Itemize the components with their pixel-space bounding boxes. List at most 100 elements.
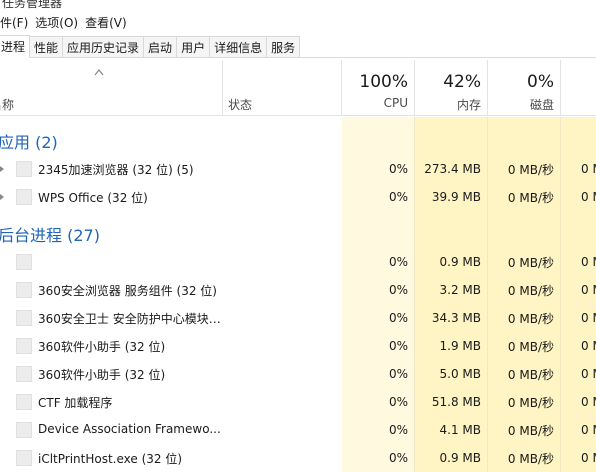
memory-total-percent: 42% — [443, 72, 481, 92]
process-cpu: 0% — [388, 162, 408, 176]
process-cpu: 0% — [388, 311, 408, 325]
window-title: 任务管理器 — [2, 0, 63, 10]
process-memory: 3.2 MB — [439, 283, 481, 297]
process-disk: 0 MB/秒 — [507, 451, 554, 466]
memory-column-label: 内存 — [456, 98, 481, 112]
process-memory: 1.9 MB — [439, 339, 481, 353]
process-cpu: 0% — [388, 423, 408, 437]
process-icon — [16, 366, 32, 382]
group-title-apps: 应用 (2) — [0, 133, 58, 152]
process-cpu: 0% — [388, 451, 408, 465]
process-network: 0 M — [581, 367, 596, 381]
tab-details[interactable]: 详细信息 — [209, 36, 268, 57]
process-icon — [16, 254, 32, 270]
title-bar: 任务管理器 — [0, 0, 596, 10]
cpu-column-label: CPU — [383, 96, 408, 110]
cpu-total-percent: 100% — [359, 72, 408, 92]
process-cpu: 0% — [388, 190, 408, 204]
process-disk: 0 MB/秒 — [507, 339, 554, 354]
process-memory: 0.9 MB — [439, 451, 481, 465]
process-memory: 34.3 MB — [431, 311, 481, 325]
sort-ascending-icon — [94, 69, 104, 76]
expand-chevron-icon[interactable] — [0, 194, 4, 200]
process-row[interactable]: 2345加速浏览器 (32 位) (5) 0% 273.4 MB 0 MB/秒 0 M — [0, 155, 596, 183]
process-icon — [16, 338, 32, 354]
process-name: 360安全浏览器 服务组件 (32 位) — [38, 284, 217, 298]
process-row[interactable]: WPS Office (32 位) 0% 39.9 MB 0 MB/秒 0 M — [0, 183, 596, 211]
process-cpu: 0% — [388, 395, 408, 409]
tab-startup[interactable]: 启动 — [143, 36, 178, 57]
process-memory: 51.8 MB — [431, 395, 481, 409]
process-network: 0 M — [581, 395, 596, 409]
process-memory: 39.9 MB — [431, 190, 481, 204]
process-row[interactable]: 360安全卫士 安全防护中心模块… 0% 34.3 MB 0 MB/秒 0 M — [0, 304, 596, 332]
column-status-header[interactable]: 状态 — [223, 60, 341, 116]
process-network: 0 M — [581, 162, 596, 176]
process-memory: 4.1 MB — [439, 423, 481, 437]
group-header-background[interactable]: 后台进程 (27) — [0, 217, 596, 245]
process-network: 0 M — [581, 190, 596, 204]
process-name: WPS Office (32 位) — [38, 191, 148, 205]
tab-processes[interactable]: 进程 — [0, 35, 31, 58]
expand-chevron-icon[interactable] — [0, 166, 4, 172]
tab-users[interactable]: 用户 — [176, 36, 211, 57]
process-row[interactable]: iCltPrintHost.exe (32 位) 0% 0.9 MB 0 MB/秒 0 … — [0, 444, 596, 472]
column-header: 名称 状态 100% CPU 42% 内存 0% 磁盘 — [0, 60, 596, 116]
process-disk: 0 MB/秒 — [507, 162, 554, 177]
process-disk: 0 MB/秒 — [507, 190, 554, 205]
process-list: 应用 (2) 2345加速浏览器 (32 位) (5) 0% 273.4 MB 0 M… — [0, 117, 596, 472]
process-network: 0 M — [581, 311, 596, 325]
column-name-label: 名称 — [0, 98, 15, 112]
process-cpu: 0% — [388, 367, 408, 381]
process-disk: 0 MB/秒 — [507, 395, 554, 410]
process-icon — [16, 310, 32, 326]
process-cpu: 0% — [388, 255, 408, 269]
process-row[interactable]: Device Association Framewo... 0% 4.1 MB 0 M… — [0, 416, 596, 444]
process-row[interactable]: 0% 0.9 MB 0 MB/秒 0 M — [0, 248, 596, 276]
column-disk-header[interactable]: 0% 磁盘 — [488, 60, 560, 116]
process-row[interactable]: CTF 加载程序 0% 51.8 MB 0 MB/秒 0 M — [0, 388, 596, 416]
menu-view[interactable]: 查看(V) — [85, 14, 134, 31]
process-disk: 0 MB/秒 — [507, 311, 554, 326]
disk-total-percent: 0% — [527, 72, 554, 92]
menu-bar: 文件(F) 选项(O) 查看(V) — [0, 11, 134, 33]
process-network: 0 M — [581, 423, 596, 437]
process-name: 360安全卫士 安全防护中心模块… — [38, 312, 221, 326]
process-network: 0 M — [581, 451, 596, 465]
column-divider[interactable] — [560, 60, 561, 116]
disk-column-label: 磁盘 — [529, 98, 554, 112]
tab-performance[interactable]: 性能 — [29, 36, 64, 57]
menu-options[interactable]: 选项(O) — [35, 14, 85, 31]
process-disk: 0 MB/秒 — [507, 283, 554, 298]
column-name-header[interactable]: 名称 — [0, 60, 222, 116]
column-memory-header[interactable]: 42% 内存 — [415, 60, 487, 116]
tab-app-history[interactable]: 应用历史记录 — [62, 36, 145, 57]
process-name: 360软件小助手 (32 位) — [38, 368, 166, 382]
process-cpu: 0% — [388, 339, 408, 353]
process-icon — [16, 422, 32, 438]
process-row[interactable]: 360安全浏览器 服务组件 (32 位) 0% 3.2 MB 0 MB/秒 0 M — [0, 276, 596, 304]
process-name: Device Association Framewo... — [38, 422, 221, 436]
process-row[interactable]: 360软件小助手 (32 位) 0% 1.9 MB 0 MB/秒 0 M — [0, 332, 596, 360]
tab-services[interactable]: 服务 — [266, 36, 301, 57]
group-header-apps[interactable]: 应用 (2) — [0, 125, 596, 153]
process-icon — [16, 189, 32, 205]
process-icon — [16, 394, 32, 410]
process-icon — [16, 282, 32, 298]
process-name: CTF 加载程序 — [38, 396, 113, 410]
menu-file[interactable]: 文件(F) — [0, 14, 35, 31]
process-disk: 0 MB/秒 — [507, 255, 554, 270]
tab-strip: 进程 性能 应用历史记录 启动 用户 详细信息 服务 — [0, 35, 596, 58]
process-memory: 273.4 MB — [424, 162, 481, 176]
process-name: 2345加速浏览器 (32 位) (5) — [38, 163, 194, 177]
column-cpu-header[interactable]: 100% CPU — [342, 60, 414, 116]
process-icon — [16, 450, 32, 466]
process-network: 0 M — [581, 255, 596, 269]
group-title-background: 后台进程 (27) — [0, 226, 100, 245]
process-row[interactable]: 360软件小助手 (32 位) 0% 5.0 MB 0 MB/秒 0 M — [0, 360, 596, 388]
process-icon — [16, 161, 32, 177]
process-memory: 5.0 MB — [439, 367, 481, 381]
process-name: 360软件小助手 (32 位) — [38, 340, 166, 354]
process-cpu: 0% — [388, 283, 408, 297]
process-name: iCltPrintHost.exe (32 位) — [38, 452, 183, 466]
